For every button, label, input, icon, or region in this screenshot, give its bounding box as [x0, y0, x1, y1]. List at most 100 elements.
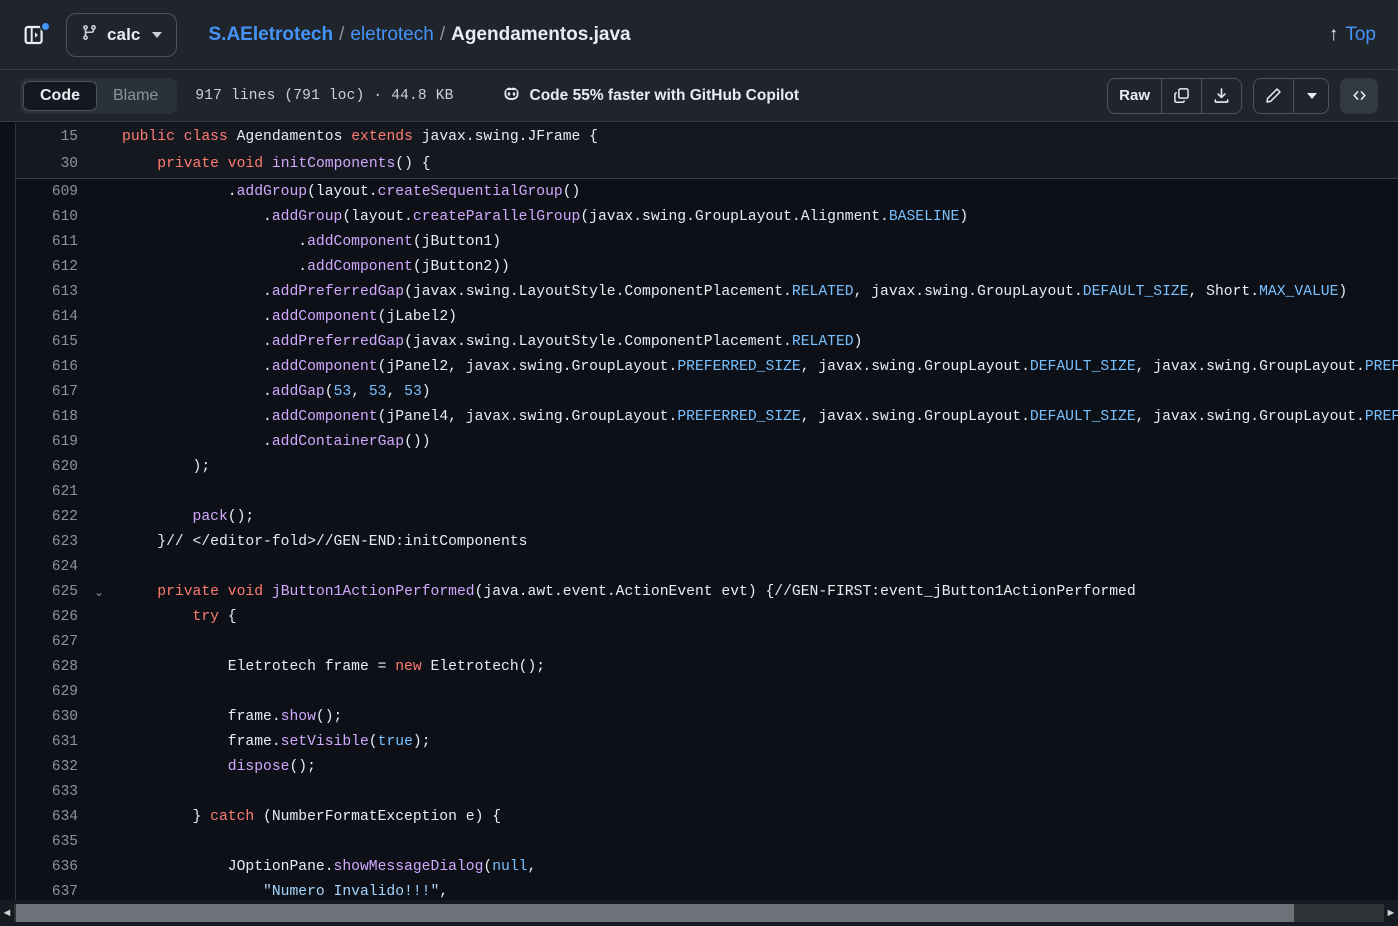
- code-token: addPreferredGap: [271, 283, 405, 300]
- code-fold-chevron-icon[interactable]: ⌄: [88, 586, 110, 598]
- code-line-content: .addGroup(layout.createParallelGroup(jav…: [110, 209, 1398, 225]
- code-token: (jPanel4, javax.swing.GroupLayout.: [377, 408, 678, 425]
- line-number[interactable]: 612: [16, 259, 88, 275]
- line-number[interactable]: 621: [16, 484, 88, 500]
- code-token: PREFERRED_SIZE: [1364, 408, 1398, 425]
- code-token: , javax.swing.GroupLayout.: [1135, 358, 1365, 375]
- line-number[interactable]: 611: [16, 234, 88, 250]
- line-number[interactable]: 618: [16, 409, 88, 425]
- line-number[interactable]: 637: [16, 884, 88, 900]
- code-token: 53: [333, 383, 352, 400]
- code-line: 636 JOptionPane.showMessageDialog(null,: [16, 854, 1398, 879]
- line-number[interactable]: 627: [16, 634, 88, 650]
- line-number[interactable]: 633: [16, 784, 88, 800]
- code-line-content: .addComponent(jLabel2): [110, 309, 1398, 325]
- code-token: addComponent: [307, 258, 413, 275]
- scroll-to-top-link[interactable]: ↑ Top: [1329, 24, 1376, 46]
- scroll-right-arrow-icon[interactable]: ►: [1384, 900, 1398, 926]
- code-token: addComponent: [271, 358, 378, 375]
- download-icon[interactable]: [1202, 79, 1241, 113]
- raw-button[interactable]: Raw: [1108, 78, 1162, 113]
- code-token: setVisible: [280, 733, 369, 750]
- tab-blame[interactable]: Blame: [97, 81, 174, 111]
- code-token: try: [192, 608, 219, 625]
- code-token: ): [853, 333, 863, 350]
- line-number[interactable]: 626: [16, 609, 88, 625]
- file-meta-text: 917 lines (791 loc) · 44.8 KB: [195, 87, 454, 104]
- line-number[interactable]: 623: [16, 534, 88, 550]
- code-token: , javax.swing.GroupLayout.: [800, 358, 1030, 375]
- code-line-content: .addPreferredGap(javax.swing.LayoutStyle…: [110, 284, 1398, 300]
- code-token: ,: [527, 858, 537, 875]
- code-token: ();: [289, 758, 316, 775]
- code-token: 53: [368, 383, 387, 400]
- horizontal-scrollbar[interactable]: ◄ ►: [0, 900, 1398, 926]
- line-number[interactable]: 615: [16, 334, 88, 350]
- raw-copy-download-group: Raw: [1107, 77, 1242, 114]
- code-line: 628 Eletrotech frame = new Eletrotech();: [16, 654, 1398, 679]
- code-token: RELATED: [791, 333, 854, 350]
- copy-icon[interactable]: [1162, 78, 1202, 113]
- code-line: 617 .addGap(53, 53, 53): [16, 379, 1398, 404]
- code-line-content: }// </editor-fold>//GEN-END:initComponen…: [110, 534, 1398, 550]
- code-token: DEFAULT_SIZE: [1029, 408, 1136, 425]
- sidebar-expand-icon[interactable]: [18, 18, 52, 52]
- code-line-content: frame.show();: [110, 709, 1398, 725]
- notification-dot: [40, 20, 51, 32]
- code-token: showMessageDialog: [333, 858, 484, 875]
- breadcrumb-separator: /: [439, 23, 446, 45]
- line-number[interactable]: 30: [16, 156, 88, 172]
- line-number[interactable]: 620: [16, 459, 88, 475]
- code-line: 624: [16, 554, 1398, 579]
- sticky-context-lines: 15 public class Agendamentos extends java…: [16, 123, 1398, 179]
- code-line: 626 try {: [16, 604, 1398, 629]
- code-token: PREFERRED_SIZE: [1364, 358, 1398, 375]
- line-number[interactable]: 610: [16, 209, 88, 225]
- line-number[interactable]: 613: [16, 284, 88, 300]
- code-line: 627: [16, 629, 1398, 654]
- code-symbols-button[interactable]: [1340, 77, 1378, 114]
- code-token: () {: [395, 155, 431, 172]
- line-number[interactable]: 614: [16, 309, 88, 325]
- code-line: 623 }// </editor-fold>//GEN-END:initComp…: [16, 529, 1398, 554]
- line-number[interactable]: 619: [16, 434, 88, 450]
- line-number[interactable]: 625: [16, 584, 88, 600]
- line-number[interactable]: 617: [16, 384, 88, 400]
- line-number[interactable]: 635: [16, 834, 88, 850]
- line-number[interactable]: 632: [16, 759, 88, 775]
- code-token: ();: [227, 508, 255, 525]
- scroll-left-arrow-icon[interactable]: ◄: [0, 900, 14, 926]
- line-number[interactable]: 628: [16, 659, 88, 675]
- breadcrumb-owner[interactable]: S.AEletrotech: [209, 24, 334, 46]
- breadcrumb-repo[interactable]: eletrotech: [350, 24, 433, 46]
- code-token: ()): [404, 433, 431, 450]
- arrow-up-icon: ↑: [1328, 24, 1339, 45]
- code-line-content: JOptionPane.showMessageDialog(null,: [110, 859, 1398, 875]
- code-token: , javax.swing.GroupLayout.: [1135, 408, 1365, 425]
- code-token: Eletrotech();: [421, 658, 546, 675]
- copilot-promo-link[interactable]: Code 55% faster with GitHub Copilot: [502, 84, 799, 108]
- branch-selector-button[interactable]: calc: [66, 12, 177, 57]
- code-token: extends: [351, 128, 413, 145]
- line-number[interactable]: 616: [16, 359, 88, 375]
- line-number[interactable]: 15: [16, 129, 88, 145]
- line-number[interactable]: 622: [16, 509, 88, 525]
- line-number[interactable]: 631: [16, 734, 88, 750]
- line-number[interactable]: 609: [16, 184, 88, 200]
- code-token: createParallelGroup: [412, 208, 581, 225]
- line-number[interactable]: 624: [16, 559, 88, 575]
- line-number[interactable]: 630: [16, 709, 88, 725]
- line-number[interactable]: 636: [16, 859, 88, 875]
- code-token: PREFERRED_SIZE: [677, 408, 801, 425]
- tab-code[interactable]: Code: [23, 80, 97, 111]
- chevron-down-icon[interactable]: [1294, 79, 1328, 113]
- line-number[interactable]: 629: [16, 684, 88, 700]
- line-number[interactable]: 634: [16, 809, 88, 825]
- pencil-icon[interactable]: [1254, 78, 1294, 113]
- code-scroll-region[interactable]: 609 .addGroup(layout.createSequentialGro…: [16, 123, 1398, 900]
- scrollbar-thumb[interactable]: [16, 904, 1294, 922]
- code-token: .: [122, 408, 272, 425]
